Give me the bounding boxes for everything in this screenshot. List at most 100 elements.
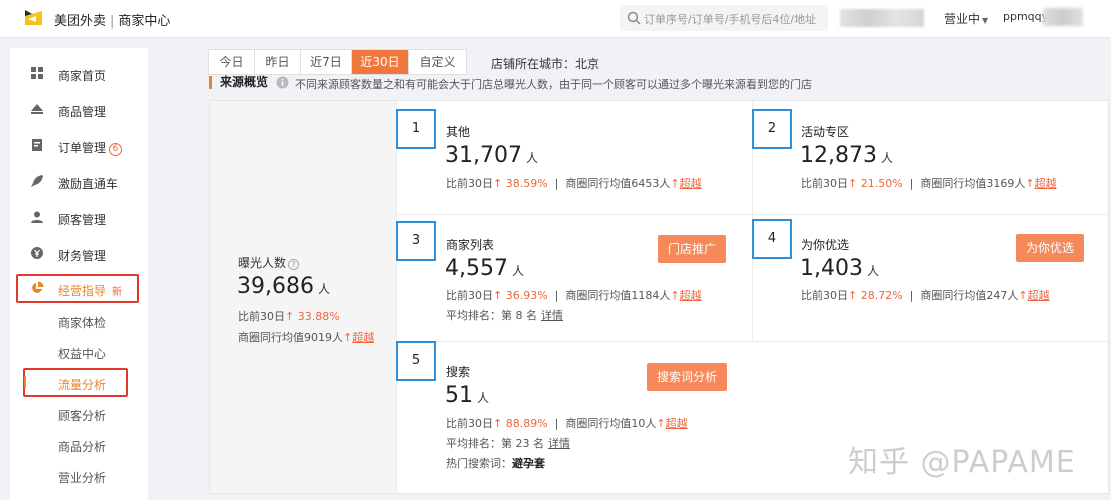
detail-link[interactable]: 详情 — [548, 437, 570, 450]
card-title-store-list: 商家列表 — [446, 238, 495, 252]
rank-text: 平均排名：第 23 名 — [446, 437, 544, 450]
total-label: 曝光人数? — [238, 254, 300, 271]
highlight-box — [23, 368, 128, 397]
exceed-link[interactable]: 超越 — [1035, 177, 1057, 190]
peer-text: 商圈同行均值6453人 — [565, 177, 671, 190]
total-peer: 商圈同行均值9019人↑超越 — [238, 329, 374, 345]
sidebar-item-label: 订单管理 6 — [58, 139, 123, 156]
cmp-value: 36.93% — [505, 289, 548, 302]
hot-search-label: 热门搜索词： — [446, 457, 512, 470]
card-rank: 平均排名：第 8 名详情 — [446, 307, 563, 323]
recommended-button[interactable]: 为你优选 — [1016, 234, 1084, 262]
sidebar-item-products[interactable]: 商品管理 — [10, 98, 148, 122]
sidebar-subitem-benefits[interactable]: 权益中心 — [58, 345, 106, 362]
rocket-icon — [31, 175, 43, 187]
tab-30days[interactable]: 近30日 — [352, 50, 409, 74]
detail-link[interactable]: 详情 — [541, 309, 563, 322]
card-unit: 人 — [477, 391, 490, 405]
sidebar-item-label: 商品管理 — [58, 105, 107, 119]
blurred-user-info — [1043, 8, 1083, 26]
sidebar-item-orders[interactable]: 订单管理 6 — [10, 134, 148, 158]
sidebar: 商家首页 商品管理 订单管理 6 激励直通车 顾客管理 财务管理 经营指导新 商家… — [10, 48, 148, 500]
card-number-badge: 4 — [752, 219, 792, 259]
total-value: 39,686 人 — [237, 274, 330, 299]
chevron-down-icon: ▼ — [982, 16, 989, 25]
search-keyword-analysis-button[interactable]: 搜索词分析 — [647, 363, 727, 391]
tab-today[interactable]: 今日 — [209, 50, 255, 74]
exceed-link[interactable]: 超越 — [352, 331, 374, 344]
cmp-value: 38.59% — [505, 177, 548, 190]
top-header: 美团外卖 | 商家中心 订单序号/订单号/手机号后4位/地址 营业中 ▼ ppmqqy — [0, 0, 1111, 38]
hot-search-words: 热门搜索词：避孕套 — [446, 455, 545, 471]
arrow-up-icon: ↑ — [285, 310, 295, 323]
peer-text: 商圈同行均值10人 — [565, 417, 657, 430]
source-overview-panel: 曝光人数? 39,686 人 比前30日↑ 33.88% 商圈同行均值9019人↑… — [209, 100, 1109, 494]
sidebar-subitem-customer-analysis[interactable]: 顾客分析 — [58, 407, 106, 424]
active-indicator — [24, 376, 26, 388]
sidebar-subitem-product-analysis[interactable]: 商品分析 — [58, 438, 106, 455]
divider — [396, 214, 1108, 215]
card-number-badge: 2 — [752, 109, 792, 149]
cmp-prefix: 比前30日 — [801, 177, 848, 190]
grid-icon — [31, 67, 43, 79]
section-title: 来源概览 — [209, 76, 268, 89]
sidebar-item-finance[interactable]: 财务管理 — [10, 242, 148, 266]
user-account[interactable]: ppmqqy — [1003, 10, 1048, 23]
peer-text: 商圈同行均值247人 — [920, 289, 1019, 302]
search-icon — [627, 11, 641, 25]
business-status-dropdown[interactable]: 营业中 ▼ — [944, 10, 988, 27]
total-number: 39,686 — [237, 274, 314, 299]
brand-title[interactable]: 美团外卖 | 商家中心 — [54, 10, 170, 29]
peer-text: 商圈同行均值9019人 — [238, 331, 343, 344]
exceed-link[interactable]: 超越 — [666, 417, 688, 430]
card-value: 31,707 人 — [445, 143, 538, 168]
card-value: 4,557 人 — [445, 256, 524, 281]
brand-name: 美团外卖 — [54, 14, 107, 29]
hot-search-word[interactable]: 避孕套 — [512, 457, 545, 470]
card-compare: 比前30日↑ 38.59% | 商圈同行均值6453人↑超越 — [446, 177, 702, 190]
card-value: 12,873 人 — [800, 143, 893, 168]
sidebar-item-customers[interactable]: 顾客管理 — [10, 206, 148, 230]
tab-yesterday[interactable]: 昨日 — [255, 50, 301, 74]
card-value: 1,403 人 — [800, 256, 879, 281]
blurred-store-name — [840, 9, 924, 27]
cmp-value: 88.89% — [505, 417, 548, 430]
sidebar-item-label: 顾客管理 — [58, 213, 107, 227]
card-compare: 比前30日↑ 88.89% | 商圈同行均值10人↑超越 — [446, 417, 688, 430]
search-input[interactable]: 订单序号/订单号/手机号后4位/地址 — [620, 5, 828, 31]
tab-custom[interactable]: 自定义 — [409, 50, 466, 74]
question-icon[interactable]: ? — [288, 259, 300, 270]
cmp-value: 28.72% — [860, 289, 903, 302]
section-note: 不同来源顾客数量之和有可能会大于门店总曝光人数，由于同一个顾客可以通过多个曝光来… — [295, 78, 812, 91]
card-compare: 比前30日↑ 21.50% | 商圈同行均值3169人↑超越 — [801, 177, 1057, 190]
card-unit: 人 — [525, 151, 538, 165]
date-range-tabs: 今日 昨日 近7日 近30日 自定义 — [208, 49, 467, 75]
status-label: 营业中 — [944, 12, 981, 26]
card-value-number: 31,707 — [445, 143, 522, 168]
store-promotion-button[interactable]: 门店推广 — [658, 235, 726, 263]
brand-subtitle: 商家中心 — [118, 14, 171, 29]
tab-7days[interactable]: 近7日 — [301, 50, 352, 74]
card-title-activity: 活动专区 — [801, 125, 850, 139]
sidebar-item-label: 激励直通车 — [58, 177, 119, 191]
exceed-link[interactable]: 超越 — [680, 289, 702, 302]
exceed-link[interactable]: 超越 — [680, 177, 702, 190]
cmp-value: 21.50% — [860, 177, 903, 190]
sidebar-subitem-checkup[interactable]: 商家体检 — [58, 314, 106, 331]
rank-text: 平均排名：第 8 名 — [446, 309, 537, 322]
card-title-other: 其他 — [446, 125, 471, 139]
sidebar-subitem-business-analysis[interactable]: 营业分析 — [58, 469, 106, 486]
search-placeholder: 订单序号/订单号/手机号后4位/地址 — [644, 13, 817, 26]
cmp-prefix: 比前30日 — [801, 289, 848, 302]
divider — [396, 341, 1108, 342]
card-title-recommended: 为你优选 — [801, 238, 850, 252]
user-icon — [31, 211, 43, 223]
yen-icon — [31, 247, 43, 259]
card-unit: 人 — [866, 264, 879, 278]
exceed-link[interactable]: 超越 — [1028, 289, 1050, 302]
sidebar-item-home[interactable]: 商家首页 — [10, 62, 148, 86]
username: ppmqqy — [1003, 10, 1049, 23]
card-number-badge: 1 — [396, 109, 436, 149]
sidebar-item-incentive[interactable]: 激励直通车 — [10, 170, 148, 194]
divider — [396, 101, 397, 493]
